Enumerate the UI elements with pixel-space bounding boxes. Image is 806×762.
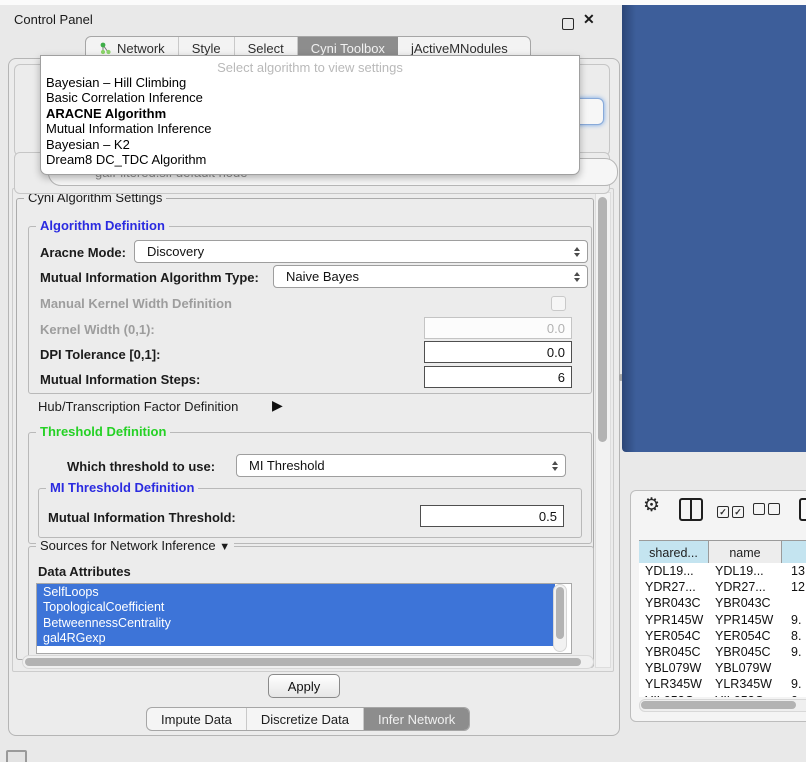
float-panel-icon[interactable]: [562, 18, 574, 30]
combo-spinner-icon: [552, 461, 558, 471]
which-threshold-value: MI Threshold: [249, 458, 325, 473]
bottom-tabbar: Impute Data Discretize Data Infer Networ…: [146, 707, 470, 731]
column-header-name[interactable]: name: [709, 541, 782, 564]
which-threshold-combo[interactable]: MI Threshold: [236, 454, 566, 477]
table-header-row: shared... name A: [639, 540, 806, 565]
network-icon: [99, 42, 112, 55]
dropdown-item[interactable]: Basic Correlation Inference: [41, 90, 579, 105]
mi-threshold-value: 0.5: [539, 509, 557, 524]
tab-style-label: Style: [192, 41, 221, 56]
settings-vscrollbar[interactable]: [595, 192, 611, 668]
kernel-width-input[interactable]: 0.0: [424, 317, 572, 339]
table-row[interactable]: YBL079WYBL079W: [639, 660, 806, 676]
expand-right-icon[interactable]: ▶: [272, 397, 283, 414]
dpi-tolerance-label: DPI Tolerance [0,1]:: [40, 347, 160, 362]
mi-steps-label: Mutual Information Steps:: [40, 372, 200, 387]
dropdown-item[interactable]: Mutual Information Inference: [41, 121, 579, 136]
tab-select-label: Select: [248, 41, 284, 56]
dpi-tolerance-value: 0.0: [547, 345, 565, 360]
sources-title: Sources for Network Inference ▼: [36, 538, 234, 553]
collapse-down-icon[interactable]: ▼: [219, 541, 230, 553]
column-header-shared[interactable]: shared...: [639, 541, 709, 564]
combo-spinner-icon: [574, 247, 580, 257]
mi-steps-input[interactable]: 6: [424, 366, 572, 388]
table-row[interactable]: YLR345WYLR345W9.: [639, 676, 806, 692]
manual-kernel-checkbox[interactable]: [551, 296, 566, 311]
table-row[interactable]: YDR27...YDR27...12: [639, 579, 806, 595]
kernel-width-value: 0.0: [547, 321, 565, 336]
deselect-all-checkboxes-icon[interactable]: [753, 502, 783, 520]
algorithm-definition-title: Algorithm Definition: [36, 218, 169, 233]
which-threshold-label: Which threshold to use:: [67, 459, 215, 474]
data-attributes-list[interactable]: SelfLoops TopologicalCoefficient Between…: [36, 583, 572, 654]
control-panel-title: Control Panel: [14, 12, 93, 27]
hub-definition-label: Hub/Transcription Factor Definition: [38, 399, 238, 414]
algorithm-dropdown-list: Select algorithm to view settings Bayesi…: [40, 55, 580, 175]
mi-type-label: Mutual Information Algorithm Type:: [40, 270, 259, 285]
mi-steps-value: 6: [558, 370, 565, 385]
tab-discretize-data-label: Discretize Data: [261, 712, 349, 727]
apply-button-label: Apply: [288, 679, 321, 694]
new-table-icon[interactable]: [799, 498, 806, 521]
apply-button[interactable]: Apply: [268, 674, 340, 698]
table-row[interactable]: YBR045CYBR045C9.: [639, 644, 806, 660]
dropdown-hint: Select algorithm to view settings: [41, 60, 579, 75]
table-row[interactable]: YER054CYER054C8.: [639, 628, 806, 644]
aracne-mode-label: Aracne Mode:: [40, 245, 126, 260]
aracne-mode-combo[interactable]: Discovery: [134, 240, 588, 263]
kernel-width-label: Kernel Width (0,1):: [40, 322, 155, 337]
tab-discretize-data[interactable]: Discretize Data: [247, 708, 364, 730]
screen: Control Panel ✕ Network Style Select Cyn…: [0, 0, 806, 762]
dropdown-item[interactable]: Dream8 DC_TDC Algorithm: [41, 152, 579, 167]
control-panel-header: Control Panel ✕: [0, 5, 622, 33]
gear-icon[interactable]: ⚙: [643, 494, 660, 517]
manual-kernel-label: Manual Kernel Width Definition: [40, 296, 232, 311]
table-row[interactable]: YPR145WYPR145W9.: [639, 612, 806, 628]
mi-type-combo[interactable]: Naive Bayes: [273, 265, 588, 288]
dropdown-item[interactable]: Bayesian – K2: [41, 137, 579, 152]
threshold-definition-title: Threshold Definition: [36, 424, 170, 439]
dock-panel-icon[interactable]: [6, 750, 27, 762]
list-item-selected[interactable]: BetweennessCentrality: [37, 615, 555, 631]
list-vscrollbar-thumb[interactable]: [556, 587, 564, 639]
mi-threshold-input[interactable]: 0.5: [420, 505, 564, 527]
table-row[interactable]: YBR043CYBR043C: [639, 595, 806, 611]
data-attributes-label: Data Attributes: [38, 564, 131, 579]
settings-hscrollbar[interactable]: [22, 655, 594, 669]
settings-hscrollbar-thumb[interactable]: [25, 658, 581, 666]
tab-impute-data[interactable]: Impute Data: [147, 708, 247, 730]
tab-impute-data-label: Impute Data: [161, 712, 232, 727]
dpi-tolerance-input[interactable]: 0.0: [424, 341, 572, 363]
table-row[interactable]: YDL19...YDL19...13: [639, 563, 806, 579]
mi-type-value: Naive Bayes: [286, 269, 359, 284]
list-item-selected[interactable]: TopologicalCoefficient: [37, 600, 555, 616]
network-desktop: GAL GAL80 GAL10 GAL1 GAL11 SWI4 GAL4 GCY…: [622, 5, 806, 452]
tab-jactivemnodules-label: jActiveMNodules: [411, 41, 508, 56]
close-icon[interactable]: ✕: [583, 11, 595, 28]
list-item-selected[interactable]: gal4RGexp: [37, 631, 555, 647]
mi-threshold-title: MI Threshold Definition: [46, 480, 198, 495]
list-vscrollbar[interactable]: [553, 584, 567, 652]
table-row[interactable]: YIL052CYIL052C0.: [639, 693, 806, 698]
dropdown-item-aracne[interactable]: ARACNE Algorithm: [41, 106, 579, 121]
mi-threshold-label: Mutual Information Threshold:: [48, 510, 236, 525]
tab-infer-network-label: Infer Network: [378, 712, 455, 727]
table-hscrollbar-thumb[interactable]: [641, 701, 796, 709]
tab-infer-network[interactable]: Infer Network: [364, 708, 469, 730]
table-panel: ⚙ ✓✓ shared... name A YDL19...YDL19...13…: [630, 490, 806, 722]
tab-cyni-toolbox-label: Cyni Toolbox: [311, 41, 385, 56]
select-all-checkboxes-icon[interactable]: ✓✓: [717, 502, 747, 520]
settings-vscrollbar-thumb[interactable]: [598, 197, 607, 442]
combo-spinner-icon: [574, 272, 580, 282]
aracne-mode-value: Discovery: [147, 244, 204, 259]
tab-network-label: Network: [117, 41, 165, 56]
split-columns-icon[interactable]: [679, 498, 703, 521]
table-hscrollbar[interactable]: [639, 699, 806, 712]
dropdown-item[interactable]: Bayesian – Hill Climbing: [41, 75, 579, 90]
list-item-selected[interactable]: SelfLoops: [37, 584, 555, 600]
column-header-third[interactable]: A: [782, 541, 806, 564]
table-body: YDL19...YDL19...13 YDR27...YDR27...12 YB…: [639, 563, 806, 697]
table-panel-header: Table Panel: [622, 452, 806, 487]
